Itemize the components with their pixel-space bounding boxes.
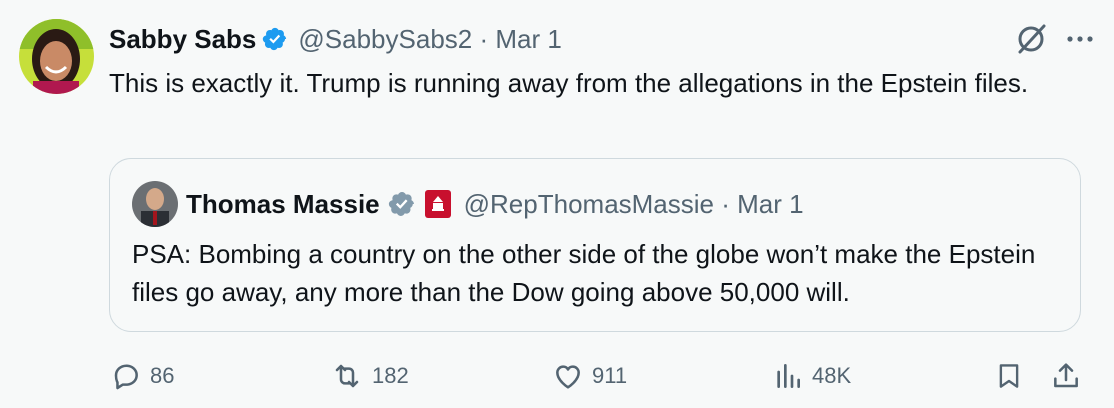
quote-tweet-card[interactable]: Thomas Massie @RepThomasMassie · Mar 1 P…	[109, 158, 1081, 332]
repost-icon	[335, 364, 359, 388]
header-actions	[1014, 22, 1094, 56]
like-icon	[556, 365, 580, 389]
like-button[interactable]: 911	[552, 356, 627, 396]
grok-icon[interactable]	[1014, 22, 1048, 56]
tweet-text: This is exactly it. Trump is running awa…	[109, 68, 1029, 98]
views-icon	[777, 364, 800, 388]
avatar[interactable]	[19, 19, 94, 94]
verified-gray-badge-icon[interactable]	[388, 190, 416, 218]
display-name[interactable]: Sabby Sabs	[109, 24, 256, 55]
bookmark-button[interactable]	[994, 356, 1024, 396]
repost-button[interactable]: 182	[330, 356, 409, 396]
quote-header: Thomas Massie @RepThomasMassie · Mar 1	[186, 187, 804, 221]
more-icon[interactable]	[1066, 34, 1094, 44]
share-icon	[1054, 363, 1078, 388]
share-button[interactable]	[1050, 356, 1082, 396]
quote-handle-and-date[interactable]: @RepThomasMassie · Mar 1	[464, 189, 804, 220]
views-button[interactable]: 48K	[772, 356, 851, 396]
action-bar: 86 182 911 48K	[110, 356, 1094, 396]
quote-text: PSA: Bombing a country on the other side…	[132, 239, 1036, 307]
bookmark-icon	[999, 364, 1019, 388]
tweet-header: Sabby Sabs @SabbySabs2 · Mar 1	[109, 22, 1094, 56]
reply-count: 86	[150, 363, 175, 388]
quote-display-name[interactable]: Thomas Massie	[186, 189, 380, 220]
reply-button[interactable]: 86	[110, 356, 174, 396]
verified-badge-icon[interactable]	[262, 26, 288, 52]
view-count: 48K	[812, 363, 852, 388]
repost-count: 182	[372, 363, 409, 388]
handle-and-date[interactable]: @SabbySabs2 · Mar 1	[298, 24, 561, 55]
quote-avatar[interactable]	[132, 181, 178, 227]
gov-badge-icon[interactable]	[424, 189, 452, 219]
reply-icon	[114, 364, 138, 390]
like-count: 911	[592, 363, 628, 388]
